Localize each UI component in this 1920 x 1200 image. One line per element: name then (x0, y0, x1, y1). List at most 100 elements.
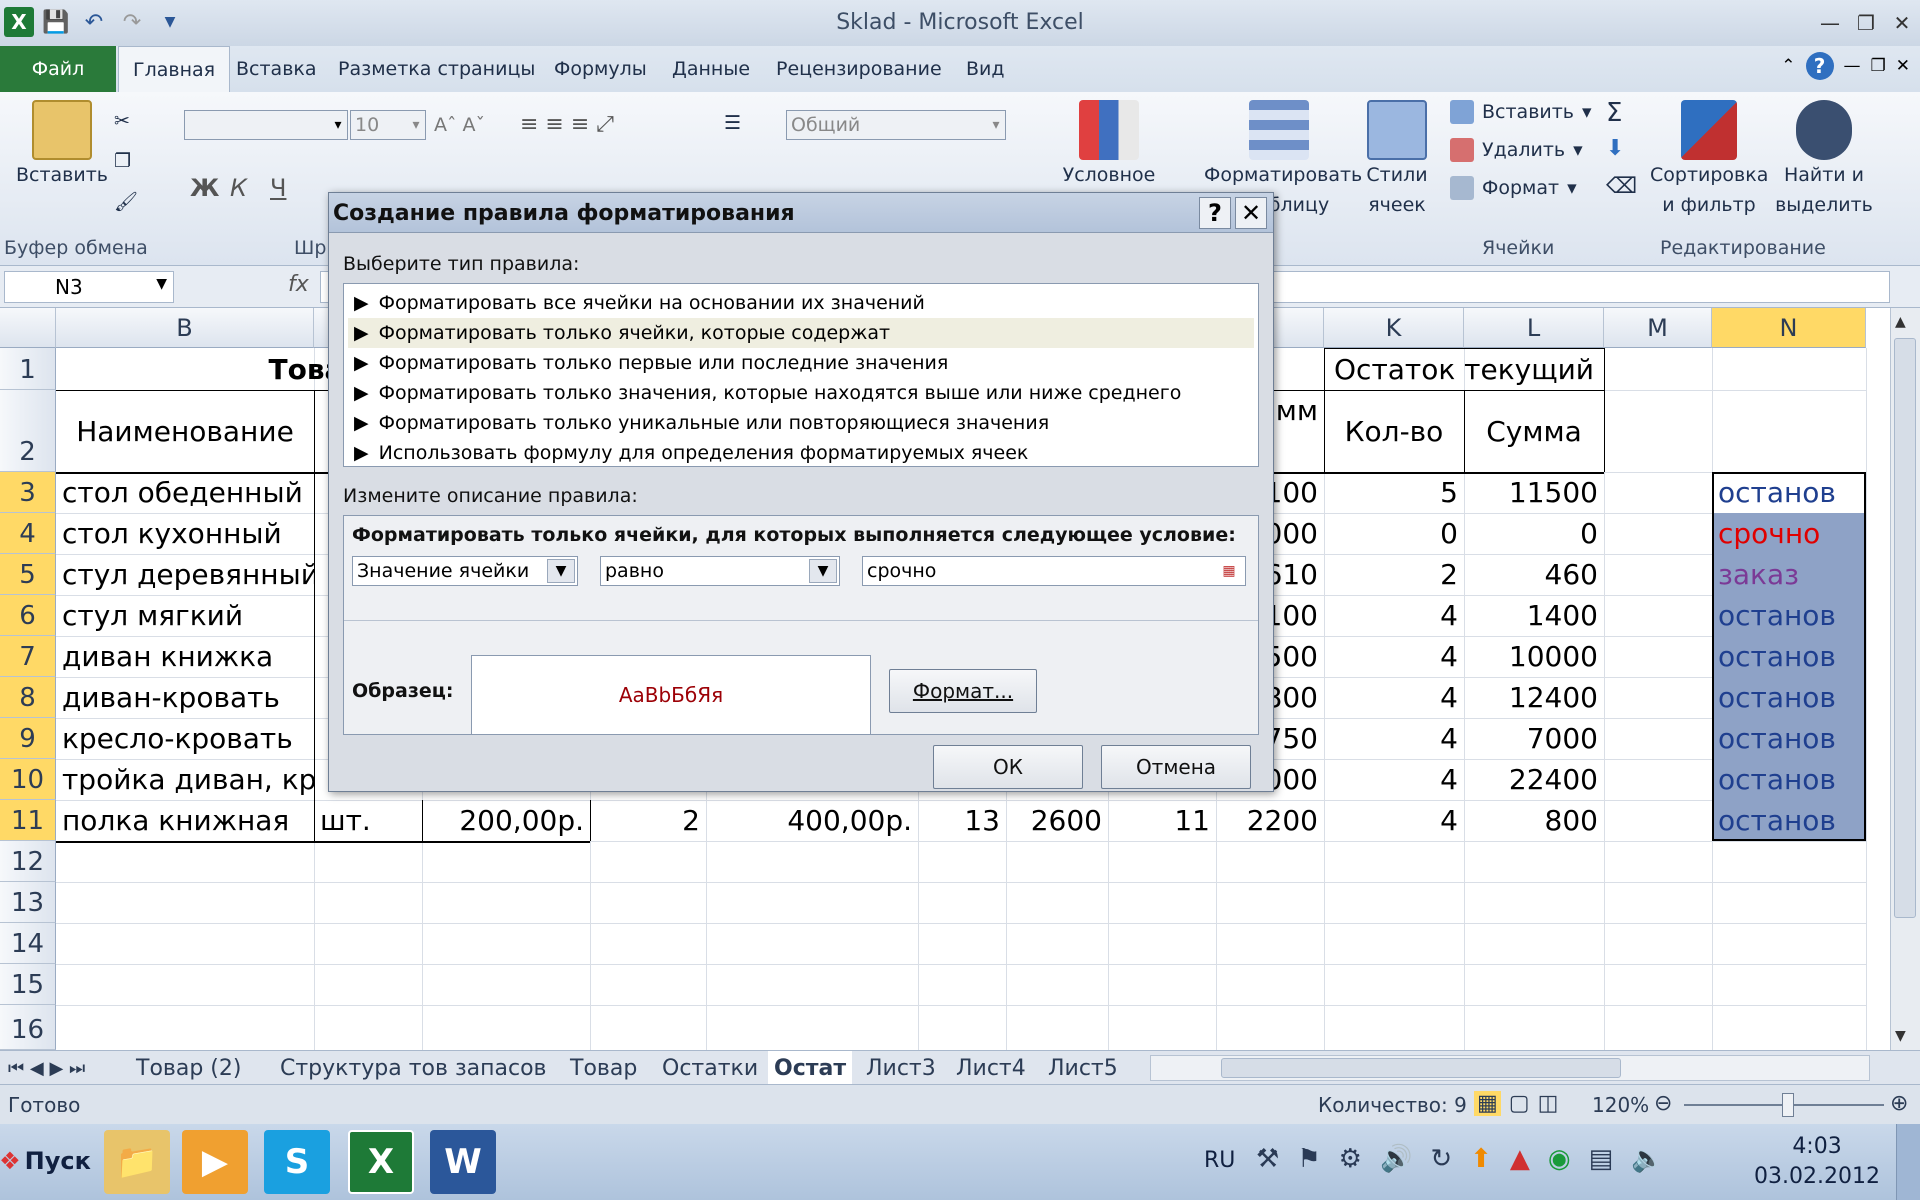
page-layout-icon[interactable]: ▢ (1509, 1091, 1530, 1116)
cell-qty[interactable]: 0 (1324, 513, 1464, 554)
cell-status[interactable]: останов (1712, 472, 1866, 513)
update-icon[interactable]: ⬆ (1470, 1144, 1492, 1174)
cell-status[interactable]: останов (1712, 636, 1866, 677)
media-player-icon[interactable]: ▶ (182, 1130, 248, 1194)
format-cells-button[interactable]: Формат ▾ (1450, 176, 1577, 200)
sheet-nav-icons[interactable]: ⏮ ◀ ▶ ⏭ (8, 1051, 85, 1085)
find-select-button[interactable]: Найти и выделить (1774, 100, 1874, 220)
fill-icon[interactable]: ⬇ (1606, 136, 1624, 161)
column-header-n[interactable]: N (1712, 308, 1866, 348)
bold-button[interactable]: Ж (190, 174, 219, 202)
row-header[interactable]: 9 (0, 718, 56, 759)
minimize-icon[interactable]: — (1812, 0, 1848, 46)
cell-value[interactable]: 2600 (1006, 800, 1108, 841)
cell-qty[interactable]: 4 (1324, 718, 1464, 759)
rule-type-item[interactable]: ▶ Форматировать только значения, которые … (348, 378, 1254, 408)
cell-name[interactable]: полка книжная (56, 800, 314, 841)
chevron-down-icon[interactable]: ▼ (156, 276, 167, 292)
header-name[interactable]: Наименование (56, 390, 314, 472)
show-desktop-button[interactable] (1896, 1124, 1920, 1200)
tray-green-icon[interactable]: ◉ (1548, 1144, 1571, 1174)
column-header-k[interactable]: K (1324, 308, 1464, 348)
condition-value-input[interactable]: срочно ▦ (862, 556, 1246, 586)
cell-status[interactable]: останов (1712, 677, 1866, 718)
chevron-down-icon[interactable]: ▼ (547, 559, 575, 583)
cell-styles-button[interactable]: Стили ячеек (1362, 100, 1432, 220)
normal-view-icon[interactable]: ▦ (1474, 1091, 1501, 1116)
signal-icon[interactable]: ▲ (1510, 1144, 1530, 1174)
cell-qty[interactable]: 4 (1324, 636, 1464, 677)
cell-status[interactable]: останов (1712, 759, 1866, 800)
font-name-combo[interactable]: ▾ (184, 110, 348, 140)
cell-qty[interactable]: 4 (1324, 759, 1464, 800)
cell-status[interactable]: останов (1712, 800, 1866, 841)
cell-qty[interactable]: 5 (1324, 472, 1464, 513)
tab-view[interactable]: Вид (966, 46, 1005, 92)
language-indicator[interactable]: RU (1204, 1148, 1235, 1173)
font-size-combo[interactable]: 10 ▾ (350, 110, 426, 140)
cell-name[interactable]: диван книжка (56, 636, 314, 677)
cell-sum[interactable]: 800 (1464, 800, 1604, 841)
chevron-down-icon[interactable]: ▼ (809, 559, 837, 583)
select-all-corner[interactable] (0, 308, 56, 348)
skype-icon[interactable]: S (264, 1130, 330, 1194)
delete-cells-button[interactable]: Удалить ▾ (1450, 138, 1583, 162)
horizontal-scroll-thumb[interactable] (1221, 1058, 1621, 1078)
row-header[interactable]: 3 (0, 472, 56, 513)
scroll-up-icon[interactable]: ▲ (1895, 314, 1906, 330)
cell-sum[interactable]: 7000 (1464, 718, 1604, 759)
close-icon[interactable]: ✕ (1884, 0, 1920, 46)
ok-button[interactable]: ОК (933, 745, 1083, 789)
clear-icon[interactable]: ⌫ (1606, 174, 1637, 199)
volume-icon[interactable]: 🔈 (1631, 1144, 1663, 1174)
cell-sum[interactable]: 0 (1464, 513, 1604, 554)
zoom-out-icon[interactable]: ⊖ (1654, 1091, 1672, 1116)
cell-sum[interactable]: 10000 (1464, 636, 1604, 677)
row-header[interactable]: 5 (0, 554, 56, 595)
horizontal-scrollbar[interactable] (1150, 1055, 1870, 1081)
cell-name[interactable]: стул мягкий (56, 595, 314, 636)
sheet-tab-active[interactable]: Остат (768, 1051, 853, 1085)
row-header[interactable]: 11 (0, 800, 56, 841)
cell-count[interactable]: 2 (590, 800, 706, 841)
number-format-combo[interactable]: Общий ▾ (786, 110, 1006, 140)
format-button[interactable]: Формат... (889, 669, 1037, 713)
row-header[interactable]: 13 (0, 882, 56, 923)
paste-button[interactable]: Вставить (14, 100, 110, 190)
tab-page-layout[interactable]: Разметка страницы (338, 46, 535, 92)
cell-status[interactable]: останов (1712, 595, 1866, 636)
cell-total[interactable]: 400,00р. (706, 800, 918, 841)
cell-status[interactable]: останов (1712, 718, 1866, 759)
cell-sum[interactable]: 460 (1464, 554, 1604, 595)
header-sum[interactable]: Сумма (1464, 390, 1604, 472)
restore-icon[interactable]: ❐ (1848, 0, 1884, 46)
cell-qty[interactable]: 4 (1324, 595, 1464, 636)
sheet-tab[interactable]: Лист3 (866, 1051, 936, 1085)
cell-qty[interactable]: 2 (1324, 554, 1464, 595)
cell-sum[interactable]: 12400 (1464, 677, 1604, 718)
page-break-icon[interactable]: ◫ (1538, 1091, 1559, 1116)
dialog-help-button[interactable]: ? (1199, 197, 1231, 229)
collapse-ribbon-icon[interactable]: ⌃ (1781, 56, 1795, 76)
cell-status[interactable]: срочно (1712, 513, 1866, 554)
row-header[interactable]: 7 (0, 636, 56, 677)
tab-insert[interactable]: Вставка (236, 46, 317, 92)
format-painter-icon[interactable]: 🖌 (114, 190, 138, 213)
dialog-close-button[interactable]: ✕ (1235, 197, 1267, 229)
explorer-icon[interactable]: 📁 (104, 1130, 170, 1194)
rule-type-item[interactable]: ▶ Форматировать только уникальные или пов… (348, 408, 1254, 438)
doc-restore-icon[interactable]: ❐ (1871, 56, 1886, 76)
start-button[interactable]: ❖ Пуск (0, 1136, 91, 1186)
doc-close-icon[interactable]: ✕ (1896, 56, 1910, 76)
row-header[interactable]: 12 (0, 841, 56, 882)
zoom-slider-handle[interactable] (1782, 1093, 1794, 1117)
underline-button[interactable]: Ч (270, 174, 286, 202)
align-icons[interactable]: ≡ ≡ ≡ ⤢ (520, 112, 614, 137)
font-grow-icon[interactable]: Aˆ Aˇ (434, 114, 485, 136)
cell-name[interactable]: стол кухонный (56, 513, 314, 554)
name-box[interactable]: N3 ▼ (4, 271, 174, 303)
sheet-tab[interactable]: Лист5 (1048, 1051, 1118, 1085)
tray-tool-icon[interactable]: ⚒ (1256, 1144, 1279, 1174)
header-ostatok[interactable]: Остаток текущий (1324, 348, 1604, 390)
tab-formulas[interactable]: Формулы (554, 46, 647, 92)
